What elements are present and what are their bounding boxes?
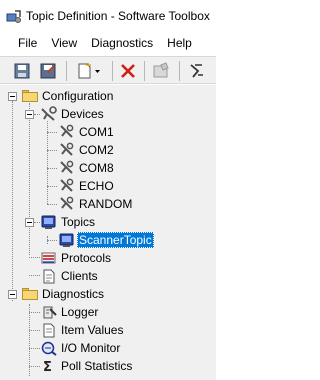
tools-icon[interactable] (187, 62, 205, 80)
collapse-diagnostics-icon[interactable] (8, 290, 17, 299)
tree-line (29, 103, 30, 255)
clients-icon (40, 268, 56, 284)
tree-line (29, 257, 40, 258)
toolbar (0, 56, 216, 84)
app-icon[interactable] (6, 8, 22, 24)
tree-node-devices[interactable]: Devices (61, 106, 104, 122)
properties-icon[interactable] (152, 62, 170, 80)
svg-text:Σ: Σ (43, 360, 52, 374)
save-icon[interactable] (13, 62, 31, 80)
tree-line (29, 275, 40, 276)
tree-node-protocols[interactable]: Protocols (61, 250, 111, 266)
tree-node-com2[interactable]: COM2 (79, 142, 114, 158)
topics-icon (40, 214, 56, 229)
tree-line (47, 240, 57, 241)
tree-node-clients[interactable]: Clients (61, 268, 98, 284)
tree-node-diagnostics[interactable]: Diagnostics (42, 286, 104, 302)
menu-view[interactable]: View (44, 31, 84, 55)
tree-node-topics[interactable]: Topics (61, 214, 95, 230)
tree-node-io-monitor[interactable]: I/O Monitor (61, 340, 120, 356)
toolbar-separator (144, 61, 145, 81)
device-icon (58, 124, 74, 140)
tree-node-configuration[interactable]: Configuration (42, 88, 113, 104)
menu-file[interactable]: File (0, 31, 44, 55)
tree-node-com8[interactable]: COM8 (79, 160, 114, 176)
tree-line (29, 312, 40, 313)
protocols-icon (40, 250, 56, 264)
menu-bar: File View Diagnostics Help (0, 31, 216, 55)
folder-icon (22, 288, 38, 300)
toolbar-separator (179, 61, 180, 81)
collapse-devices-icon[interactable] (25, 110, 34, 119)
tree-line (47, 204, 57, 205)
scanner-topic-icon (58, 232, 74, 247)
new-dropdown-icon[interactable] (76, 62, 100, 80)
item-values-icon (40, 322, 56, 338)
edit-icon[interactable] (39, 62, 57, 80)
tree-line (12, 101, 13, 301)
devices-wrench-icon (40, 106, 57, 122)
tree-line (29, 366, 40, 367)
sigma-icon: Σ (40, 358, 56, 375)
tree-line (47, 186, 57, 187)
tree-node-logger[interactable]: Logger (61, 304, 98, 320)
io-monitor-icon (40, 340, 57, 356)
tree-line (47, 150, 57, 151)
menu-diagnostics[interactable]: Diagnostics (84, 31, 160, 55)
menu-help[interactable]: Help (160, 31, 199, 55)
tree-node-poll-statistics[interactable]: Poll Statistics (61, 358, 132, 374)
tree-node-scannertopic[interactable]: ScannerTopic (77, 232, 154, 248)
tree-line (47, 132, 57, 133)
tree-line (47, 168, 57, 169)
title-bar: Topic Definition - Software Toolbox (0, 0, 216, 31)
device-icon (58, 178, 74, 194)
collapse-topics-icon[interactable] (25, 218, 34, 227)
tree-node-item-values[interactable]: Item Values (61, 322, 123, 338)
tree-node-com1[interactable]: COM1 (79, 124, 114, 140)
logger-icon (40, 304, 57, 319)
folder-icon (22, 90, 38, 102)
device-icon (58, 142, 74, 158)
collapse-configuration-icon[interactable] (8, 92, 17, 101)
device-icon (58, 196, 74, 212)
tree-node-random[interactable]: RANDOM (79, 196, 132, 212)
tree-node-echo[interactable]: ECHO (79, 178, 114, 194)
window-title: Topic Definition - Software Toolbox (26, 8, 210, 23)
device-icon (58, 160, 74, 176)
toolbar-separator (66, 61, 67, 81)
delete-icon[interactable] (119, 62, 137, 80)
tree-line (47, 121, 48, 204)
toolbar-separator (112, 61, 113, 81)
tree-line (29, 348, 40, 349)
topic-tree: Configuration Devices COM1 COM2 COM8 ECH… (0, 85, 216, 380)
tree-line (29, 330, 40, 331)
